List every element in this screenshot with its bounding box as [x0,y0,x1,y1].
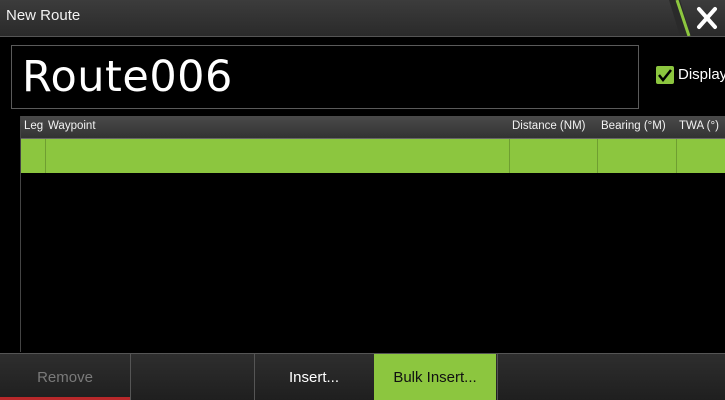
column-header-twa[interactable]: TWA (°) [679,120,719,132]
column-header-waypoint[interactable]: Waypoint [48,120,96,132]
column-header-bearing[interactable]: Bearing (°M) [601,120,666,132]
toolbar-divider [497,354,498,400]
cell-divider [676,139,677,173]
close-button[interactable] [669,0,725,36]
table-row[interactable] [21,139,725,173]
checkmark-icon [658,69,672,83]
cell-divider [597,139,598,173]
display-checkbox[interactable] [656,66,674,84]
cell-divider [509,139,510,173]
table-header: Leg Waypoint Distance (NM) Bearing (°M) … [21,116,725,139]
route-name-text: Route006 [22,52,233,102]
remove-button[interactable]: Remove [0,354,131,400]
cell-divider [45,139,46,173]
title-bar: New Route [0,0,725,37]
column-header-distance[interactable]: Distance (NM) [512,120,585,132]
bottom-toolbar: Remove Insert... Bulk Insert... [0,353,725,400]
bulk-insert-button[interactable]: Bulk Insert... [374,354,496,400]
close-icon [669,0,717,36]
route-name-field[interactable]: Route006 [11,45,639,109]
display-label: Display [678,66,725,83]
waypoint-table: Leg Waypoint Distance (NM) Bearing (°M) … [20,116,725,352]
column-header-leg[interactable]: Leg [24,120,43,132]
window-title: New Route [6,7,81,24]
insert-button[interactable]: Insert... [255,354,373,400]
